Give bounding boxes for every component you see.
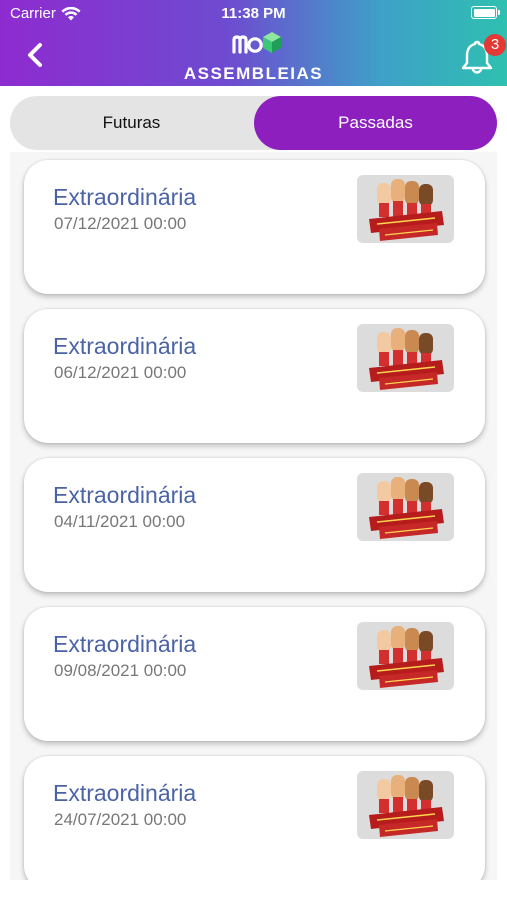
assembly-image xyxy=(357,473,454,541)
list-item[interactable]: Extraordinária 24/07/2021 00:00 xyxy=(24,756,485,880)
tab-futuras[interactable]: Futuras xyxy=(10,96,253,150)
tab-passadas[interactable]: Passadas xyxy=(254,96,497,150)
raised-hands-icon xyxy=(377,179,433,217)
assembly-image xyxy=(357,771,454,839)
tab-segmented-control: Futuras Passadas xyxy=(10,96,497,150)
notification-badge: 3 xyxy=(484,34,506,56)
raised-hands-icon xyxy=(377,626,433,664)
list-item[interactable]: Extraordinária 07/12/2021 00:00 xyxy=(24,160,485,294)
raised-hands-icon xyxy=(377,328,433,366)
app-header: Carrier 11:38 PM ASSEMBLEIAS 3 xyxy=(0,0,507,86)
raised-hands-icon xyxy=(377,775,433,813)
assembly-title: Extraordinária xyxy=(53,482,197,508)
bottom-safe-area xyxy=(0,880,507,900)
page-title: ASSEMBLEIAS xyxy=(183,64,324,83)
assembly-title: Extraordinária xyxy=(53,333,197,359)
assembly-date: 07/12/2021 00:00 xyxy=(54,214,187,233)
list-item[interactable]: Extraordinária 04/11/2021 00:00 xyxy=(24,458,485,592)
assembly-image xyxy=(357,622,454,690)
list-item[interactable]: Extraordinária 09/08/2021 00:00 xyxy=(24,607,485,741)
assembly-title: Extraordinária xyxy=(53,780,197,806)
battery-icon xyxy=(471,6,500,19)
raised-hands-icon xyxy=(377,477,433,515)
status-bar: Carrier 11:38 PM xyxy=(0,0,507,28)
assembly-title: Extraordinária xyxy=(53,631,197,657)
status-time: 11:38 PM xyxy=(221,5,286,22)
list-item[interactable]: Extraordinária 06/12/2021 00:00 xyxy=(24,309,485,443)
assembly-image xyxy=(357,175,454,243)
assembly-title: Extraordinária xyxy=(53,184,197,210)
assemblies-list[interactable]: Extraordinária 07/12/2021 00:00 Extraord… xyxy=(10,152,497,880)
app-logo xyxy=(232,32,281,54)
assembly-date: 04/11/2021 00:00 xyxy=(54,512,186,531)
assembly-date: 06/12/2021 00:00 xyxy=(54,363,187,382)
assembly-date: 09/08/2021 00:00 xyxy=(54,661,187,680)
assembly-date: 24/07/2021 00:00 xyxy=(54,810,187,829)
assembly-image xyxy=(357,324,454,392)
